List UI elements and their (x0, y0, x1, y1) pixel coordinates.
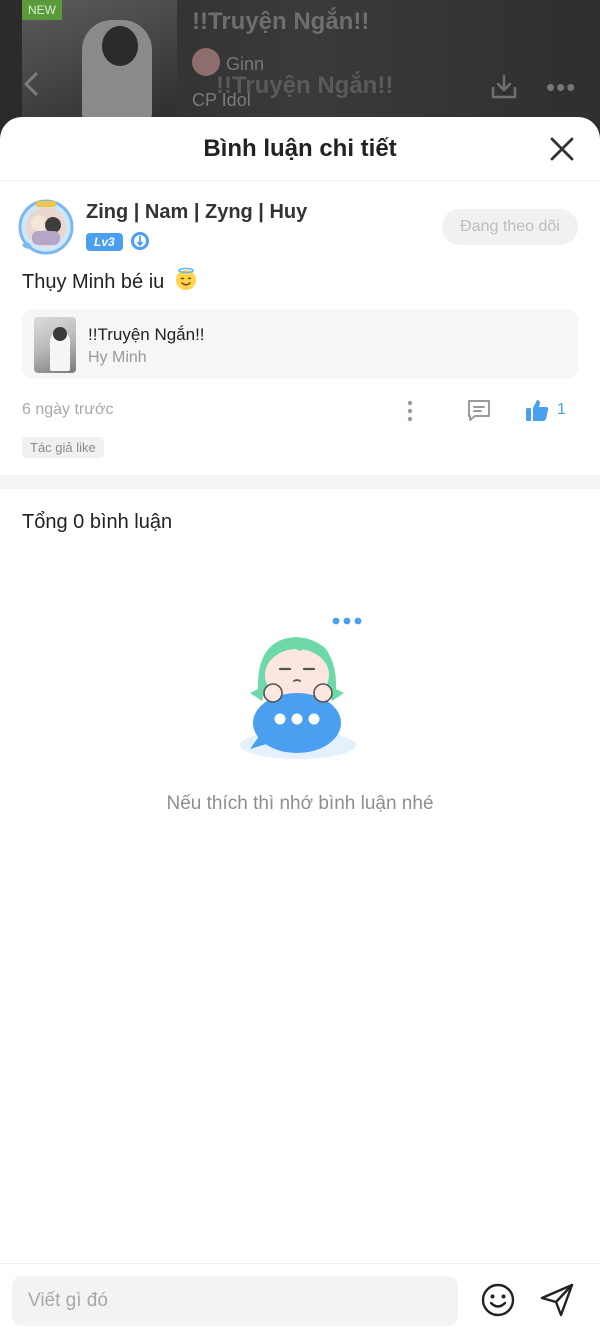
section-divider (0, 475, 600, 489)
download-icon (491, 74, 517, 99)
new-badge: NEW (22, 0, 62, 20)
comment-icon[interactable] (466, 397, 492, 423)
follow-button[interactable]: Đang theo dõi (442, 209, 578, 245)
empty-comments-text: Nếu thích thì nhớ bình luận nhé (166, 793, 434, 814)
story-thumbnail (34, 317, 76, 373)
comment-text: Thụy Minh bé iu (22, 267, 198, 294)
smiling-halo-emoji-icon (175, 267, 196, 290)
comment-timestamp: 6 ngày trước (22, 401, 114, 418)
chevron-left-icon (24, 72, 38, 96)
comment-card: Zing | Nam | Zyng | Huy Lv3 Đang theo dõ… (0, 117, 600, 1337)
verified-badge-icon (131, 232, 149, 250)
comment-username[interactable]: Zing | Nam | Zyng | Huy (86, 201, 307, 224)
author-liked-tag: Tác giả like (22, 437, 104, 458)
like-count: 1 (557, 401, 566, 418)
linked-story-author: Hy Minh (88, 349, 147, 366)
comment-input[interactable]: Viết gì đó (12, 1276, 458, 1326)
background-story-title: !!Truyện Ngắn!! (192, 8, 370, 35)
more-horizontal-icon: ••• (546, 72, 577, 102)
linked-story-title: !!Truyện Ngắn!! (88, 325, 205, 344)
comment-text-content: Thụy Minh bé iu (22, 271, 165, 293)
avatar[interactable] (18, 199, 74, 255)
send-icon[interactable] (538, 1282, 576, 1318)
background-story-tag: CP Idol (192, 90, 251, 110)
total-comments-label: Tổng 0 bình luận (22, 511, 173, 533)
linked-story-card[interactable]: !!Truyện Ngắn!! Hy Minh (22, 309, 578, 379)
empty-comments-illustration (240, 617, 362, 759)
smile-icon[interactable] (480, 1282, 516, 1318)
level-badge: Lv3 (86, 233, 123, 251)
more-vertical-icon[interactable] (400, 399, 420, 423)
thumbs-up-icon[interactable] (524, 397, 550, 423)
comment-input-bar: Viết gì đó (0, 1263, 600, 1337)
